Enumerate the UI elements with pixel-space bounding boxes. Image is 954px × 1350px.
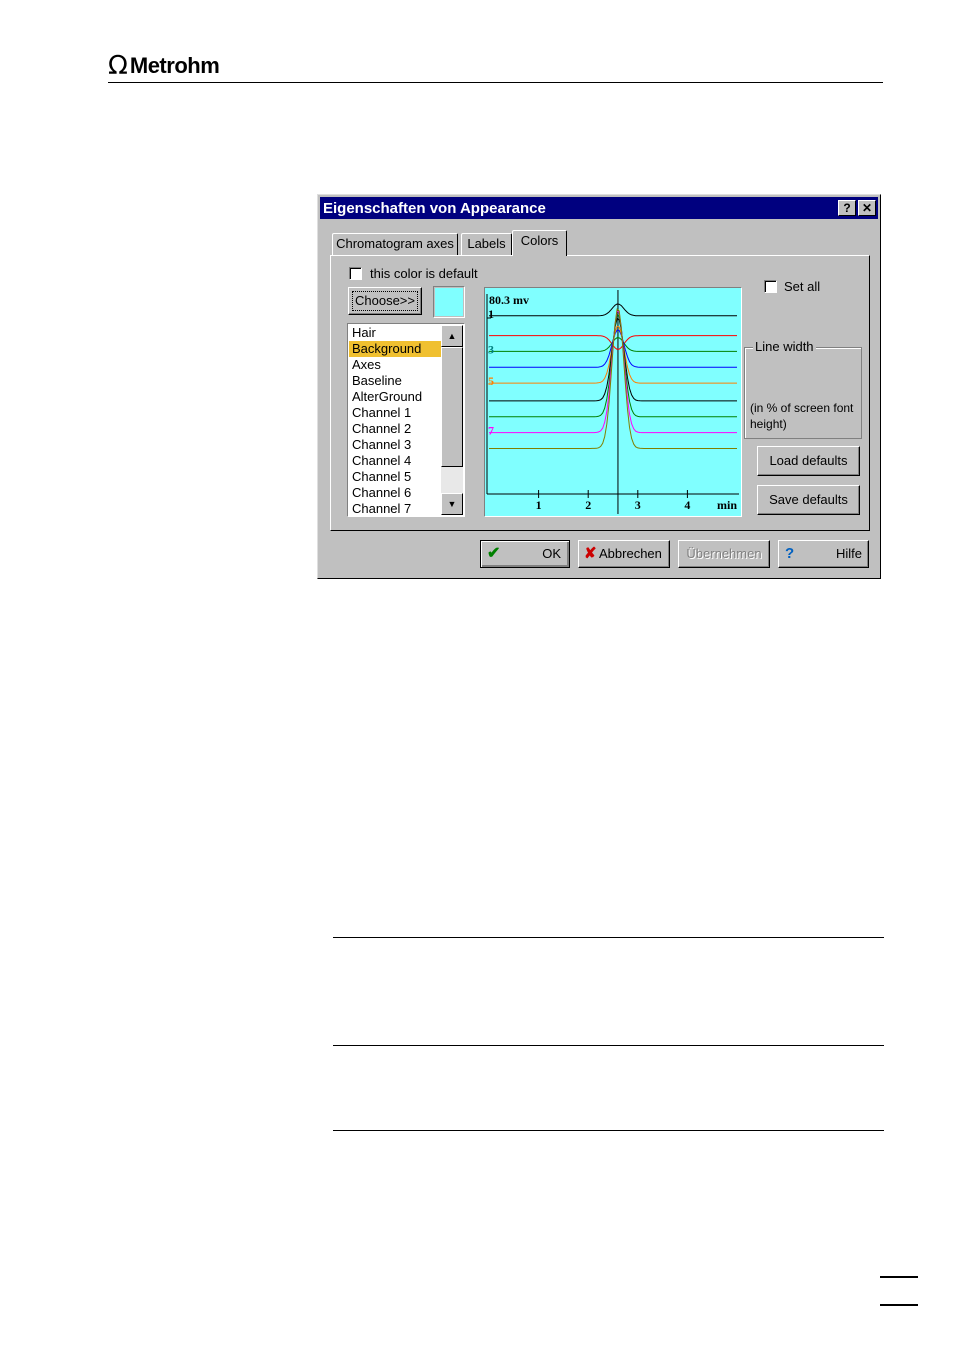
metrohm-logo: Ω Metrohm <box>108 51 220 81</box>
line-width-note: (in % of screen font height) <box>750 401 854 431</box>
list-item[interactable]: Background <box>349 341 441 357</box>
ok-button[interactable]: ✔ OK <box>480 540 570 568</box>
list-item[interactable]: Channel 6 <box>349 485 441 501</box>
header-rule <box>108 82 883 83</box>
choose-color-button[interactable]: Choose>> <box>348 287 422 315</box>
set-all-label: Set all <box>784 279 821 294</box>
list-item[interactable]: Axes <box>349 357 441 373</box>
apply-button[interactable]: Übernehmen <box>678 540 770 568</box>
x-tick-label: 4 <box>684 498 690 512</box>
chromatogram-svg: 1 2 3 4 min80.3 mv1357 <box>485 288 741 516</box>
help-icon: ? <box>785 545 795 562</box>
x-unit-label: min <box>717 498 737 512</box>
page-number-rule-top <box>880 1276 918 1278</box>
load-defaults-button[interactable]: Load defaults <box>757 446 860 476</box>
appearance-dialog: Eigenschaften von Appearance ? ✕ Chromat… <box>317 194 881 579</box>
tab-colors[interactable]: Colors <box>512 230 567 256</box>
x-tick-label: 3 <box>635 498 641 512</box>
cancel-label: Abbrechen <box>599 546 662 561</box>
scroll-up-icon[interactable]: ▲ <box>441 325 463 347</box>
ok-label: OK <box>542 546 561 561</box>
scroll-thumb[interactable] <box>441 347 463 467</box>
help-button[interactable]: ? Hilfe <box>778 540 869 568</box>
channel-label: 7 <box>488 424 494 438</box>
list-scrollbar[interactable]: ▲ ▼ <box>441 325 463 515</box>
channel-label: 1 <box>488 307 494 321</box>
set-all-checkbox[interactable] <box>764 280 777 293</box>
dialog-title: Eigenschaften von Appearance <box>323 200 546 217</box>
chart-title: 80.3 mv <box>489 293 529 307</box>
line-width-group: Line width (in % of screen font height) <box>744 339 862 439</box>
list-item[interactable]: Channel 2 <box>349 421 441 437</box>
list-item[interactable]: Channel 1 <box>349 405 441 421</box>
help-label: Hilfe <box>835 546 862 561</box>
list-item[interactable]: Hair <box>349 325 441 341</box>
default-color-checkbox[interactable] <box>349 267 362 280</box>
section-rule-1 <box>333 937 884 938</box>
color-swatch-fill <box>435 288 463 316</box>
x-tick-label: 1 <box>536 498 542 512</box>
scroll-down-icon[interactable]: ▼ <box>441 493 463 515</box>
color-item-list[interactable]: Hair Background Axes Baseline AlterGround Cha… <box>347 323 465 517</box>
section-rule-3 <box>333 1130 884 1131</box>
list-item[interactable]: Channel 4 <box>349 453 441 469</box>
checkmark-icon: ✔ <box>487 545 501 562</box>
dialog-titlebar[interactable]: Eigenschaften von Appearance ? ✕ <box>320 197 878 219</box>
cancel-x-icon: ✘ <box>584 545 597 562</box>
help-title-button[interactable]: ? <box>838 200 856 216</box>
cancel-button[interactable]: ✘ Abbrechen <box>578 540 670 568</box>
default-color-label: this color is default <box>370 266 478 281</box>
page-number-rule-bottom <box>880 1304 918 1306</box>
list-item[interactable]: Channel 7 <box>349 501 441 516</box>
omega-logo-icon: Ω <box>108 51 128 81</box>
line-width-legend: Line width <box>753 339 816 354</box>
list-item[interactable]: Channel 5 <box>349 469 441 485</box>
tab-labels[interactable]: Labels <box>461 233 512 255</box>
tab-chromatogram-axes[interactable]: Chromatogram axes <box>332 233 458 255</box>
chromatogram-preview: 1 2 3 4 min 80.3 mv 1 3 5 7 <box>484 287 742 517</box>
close-icon[interactable]: ✕ <box>858 200 876 216</box>
list-item[interactable]: AlterGround <box>349 389 441 405</box>
color-swatch <box>433 286 465 318</box>
x-tick-label: 2 <box>585 498 591 512</box>
channel-label: 5 <box>488 374 494 388</box>
list-item[interactable]: Channel 3 <box>349 437 441 453</box>
list-item[interactable]: Baseline <box>349 373 441 389</box>
chart-background <box>485 288 741 516</box>
save-defaults-button[interactable]: Save defaults <box>757 485 860 515</box>
channel-label: 3 <box>488 342 494 356</box>
section-rule-2 <box>333 1045 884 1046</box>
logo-text: Metrohm <box>129 53 220 78</box>
